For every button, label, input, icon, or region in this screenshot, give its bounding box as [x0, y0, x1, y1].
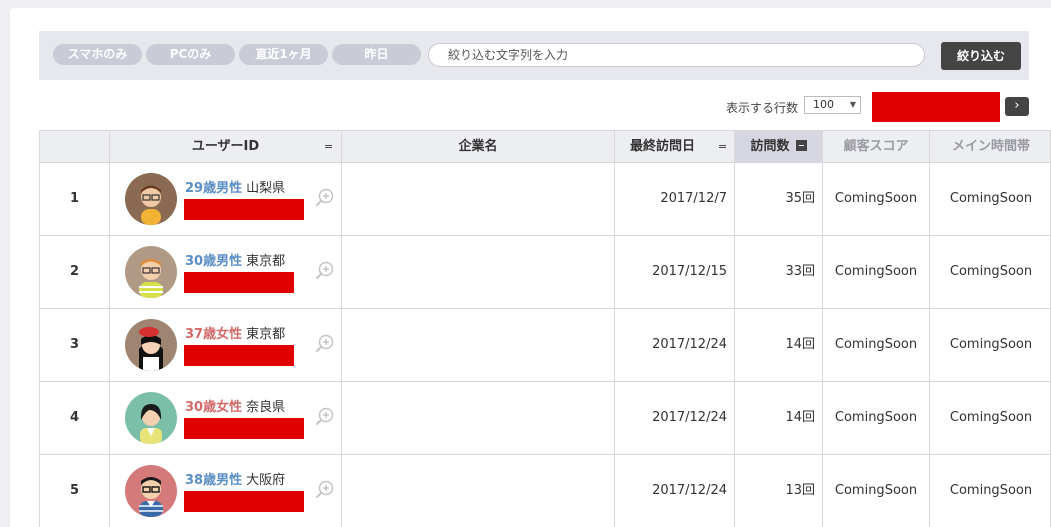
- zoom-in-icon[interactable]: [315, 480, 335, 500]
- rows-per-page-label: 表示する行数: [726, 101, 799, 115]
- row-index: 2: [40, 236, 110, 308]
- visits-cell: 35回: [735, 163, 823, 235]
- user-prefecture: 奈良県: [246, 400, 286, 415]
- filter-bar: スマホのみ PCのみ 直近1ヶ月 昨日 絞り込む: [39, 31, 1029, 80]
- company-cell: [342, 455, 615, 527]
- header-user-id-label: ユーザーID: [191, 139, 260, 154]
- visits-cell: 13回: [735, 455, 823, 527]
- rows-per-page-select[interactable]: 100 ▼: [804, 96, 861, 114]
- user-cell[interactable]: 38歳男性 大阪府: [110, 455, 342, 527]
- avatar: [125, 319, 177, 371]
- redacted-user-id: [184, 491, 304, 512]
- score-cell: ComingSoon: [823, 163, 930, 235]
- table-row[interactable]: 5 38歳男性 大阪府 2017/12/24 13回 ComingSoon ComingSo…: [40, 454, 1050, 527]
- main-time-cell: ComingSoon: [949, 410, 1033, 425]
- header-main-time[interactable]: メイン時間帯: [930, 131, 1050, 162]
- redacted-user-id: [184, 199, 304, 220]
- last-visit-cell: 2017/12/24: [615, 309, 735, 381]
- user-cell[interactable]: 29歳男性 山梨県: [110, 163, 342, 235]
- redacted-block: [872, 92, 1000, 122]
- main-time-cell: ComingSoon: [949, 337, 1033, 352]
- zoom-in-icon[interactable]: [315, 407, 335, 427]
- chevron-down-icon: ▼: [849, 100, 856, 109]
- table-row[interactable]: 1 29歳男性 山梨県 2017/12/7 35回 ComingSoon ComingSoo…: [40, 162, 1050, 235]
- avatar: [125, 392, 177, 444]
- company-cell: [342, 382, 615, 454]
- user-age-gender: 30歳女性: [185, 400, 243, 415]
- header-company[interactable]: 企業名: [342, 131, 615, 162]
- user-info: 29歳男性 山梨県: [185, 180, 285, 197]
- user-cell[interactable]: 30歳女性 奈良県: [110, 382, 342, 454]
- user-age-gender: 38歳男性: [185, 473, 243, 488]
- main-card: スマホのみ PCのみ 直近1ヶ月 昨日 絞り込む 表示する行数 100 ▼ › …: [10, 8, 1051, 527]
- last-visit-cell: 2017/12/7: [615, 163, 735, 235]
- row-index: 4: [40, 382, 110, 454]
- score-cell: ComingSoon: [823, 236, 930, 308]
- user-info: 38歳男性 大阪府: [185, 472, 285, 489]
- sort-icon[interactable]: =: [718, 131, 727, 162]
- main-time-cell: ComingSoon: [949, 191, 1033, 206]
- redacted-user-id: [184, 272, 294, 293]
- row-index: 1: [40, 163, 110, 235]
- user-prefecture: 東京都: [246, 254, 286, 269]
- sort-icon[interactable]: =: [324, 131, 333, 162]
- apply-filter-button[interactable]: 絞り込む: [941, 42, 1021, 70]
- chip-last-month[interactable]: 直近1ヶ月: [239, 44, 328, 65]
- redacted-user-id: [184, 418, 304, 439]
- table-row[interactable]: 2 30歳男性 東京都 2017/12/15 33回 ComingSoon ComingSo…: [40, 235, 1050, 308]
- table-row[interactable]: 3 37歳女性 東京都 2017/12/24 14回 ComingSoon ComingSo…: [40, 308, 1050, 381]
- header-score[interactable]: 顧客スコア: [823, 131, 930, 162]
- score-cell: ComingSoon: [823, 382, 930, 454]
- chevron-right-icon: ›: [1014, 98, 1020, 113]
- user-info: 37歳女性 東京都: [185, 326, 285, 343]
- chip-smartphone-only[interactable]: スマホのみ: [53, 44, 142, 65]
- company-cell: [342, 236, 615, 308]
- avatar: [125, 173, 177, 225]
- sort-desc-icon[interactable]: [795, 140, 807, 151]
- user-age-gender: 37歳女性: [185, 327, 243, 342]
- main-time-cell: ComingSoon: [949, 264, 1033, 279]
- main-time-cell: ComingSoon: [949, 483, 1033, 498]
- user-info: 30歳男性 東京都: [185, 253, 285, 270]
- last-visit-cell: 2017/12/24: [615, 382, 735, 454]
- table-row[interactable]: 4 30歳女性 奈良県 2017/12/24 14回 ComingSoon ComingSo…: [40, 381, 1050, 454]
- last-visit-cell: 2017/12/15: [615, 236, 735, 308]
- redacted-user-id: [184, 345, 294, 366]
- user-age-gender: 29歳男性: [185, 181, 243, 196]
- row-index: 3: [40, 309, 110, 381]
- header-visits-label: 訪問数: [750, 139, 790, 154]
- user-info: 30歳女性 奈良県: [185, 399, 285, 416]
- rows-per-page-value: 100: [813, 98, 834, 111]
- header-index: [40, 131, 110, 162]
- user-cell[interactable]: 30歳男性 東京都: [110, 236, 342, 308]
- user-cell[interactable]: 37歳女性 東京都: [110, 309, 342, 381]
- score-cell: ComingSoon: [823, 455, 930, 527]
- visits-cell: 14回: [735, 309, 823, 381]
- header-user-id[interactable]: ユーザーID =: [110, 131, 342, 162]
- search-input[interactable]: [428, 43, 925, 67]
- chip-yesterday[interactable]: 昨日: [332, 44, 421, 65]
- zoom-in-icon[interactable]: [315, 334, 335, 354]
- company-cell: [342, 309, 615, 381]
- last-visit-cell: 2017/12/24: [615, 455, 735, 527]
- avatar: [125, 465, 177, 517]
- row-index: 5: [40, 455, 110, 527]
- header-last-visit-label: 最終訪問日: [629, 139, 695, 154]
- user-age-gender: 30歳男性: [185, 254, 243, 269]
- company-cell: [342, 163, 615, 235]
- user-prefecture: 東京都: [246, 327, 286, 342]
- visits-cell: 14回: [735, 382, 823, 454]
- header-visits[interactable]: 訪問数: [735, 131, 823, 162]
- next-page-button[interactable]: ›: [1005, 97, 1029, 116]
- score-cell: ComingSoon: [823, 309, 930, 381]
- visits-cell: 33回: [735, 236, 823, 308]
- user-prefecture: 大阪府: [246, 473, 286, 488]
- user-prefecture: 山梨県: [246, 181, 286, 196]
- header-last-visit[interactable]: 最終訪問日 =: [615, 131, 735, 162]
- avatar: [125, 246, 177, 298]
- user-table: ユーザーID = 企業名 最終訪問日 = 訪問数 顧客スコア メイン時間帯 12…: [39, 130, 1051, 527]
- zoom-in-icon[interactable]: [315, 261, 335, 281]
- zoom-in-icon[interactable]: [315, 188, 335, 208]
- chip-pc-only[interactable]: PCのみ: [146, 44, 235, 65]
